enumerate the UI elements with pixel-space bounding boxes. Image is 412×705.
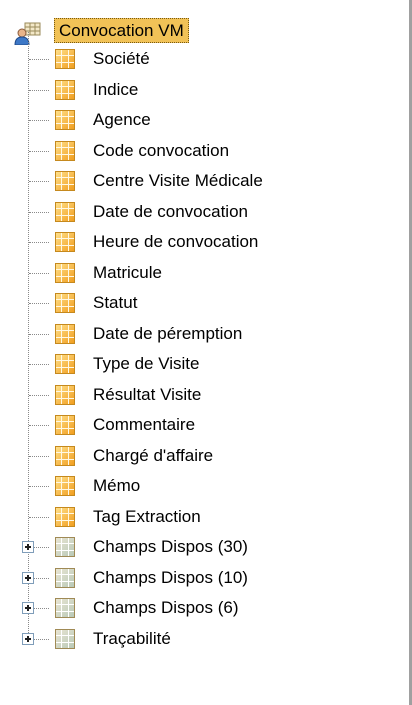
tree-field-node[interactable]: Société [0, 44, 409, 74]
field-label: Société [93, 49, 150, 68]
field-label: Date de péremption [93, 324, 243, 343]
field-group-icon [55, 629, 75, 649]
group-label: Champs Dispos (30) [93, 537, 248, 556]
tree-connector [29, 242, 49, 243]
tree-field-node[interactable]: Statut [0, 288, 409, 318]
tree-connector [29, 212, 49, 213]
tree-connector [29, 181, 49, 182]
tree-connector [29, 303, 49, 304]
field-icon [55, 415, 75, 435]
field-icon [55, 293, 75, 313]
field-icon [55, 507, 75, 527]
field-group-icon [55, 598, 75, 618]
field-label: Centre Visite Médicale [93, 171, 263, 190]
tree-connector [29, 456, 49, 457]
field-label: Tag Extraction [93, 507, 201, 526]
field-label: Résultat Visite [93, 385, 202, 404]
tree-field-node[interactable]: Commentaire [0, 410, 409, 440]
tree-field-node[interactable]: Résultat Visite [0, 380, 409, 410]
tree-field-node[interactable]: Chargé d'affaire [0, 441, 409, 471]
tree-group-node[interactable]: Champs Dispos (10) [0, 563, 409, 593]
field-label: Commentaire [93, 415, 196, 434]
expand-plus-icon[interactable] [22, 602, 34, 614]
tree-field-node[interactable]: Centre Visite Médicale [0, 166, 409, 196]
tree-connector [29, 364, 49, 365]
field-label: Mémo [93, 476, 141, 495]
field-label: Chargé d'affaire [93, 446, 214, 465]
tree-group-node[interactable]: Champs Dispos (6) [0, 593, 409, 623]
field-icon [55, 232, 75, 252]
tree-connector [29, 517, 49, 518]
tree-root-node[interactable]: Convocation VM [0, 17, 409, 47]
field-label: Code convocation [93, 141, 230, 160]
field-label: Date de convocation [93, 202, 248, 221]
field-icon [55, 385, 75, 405]
tree-connector [29, 90, 49, 91]
tree-field-node[interactable]: Heure de convocation [0, 227, 409, 257]
field-icon [55, 49, 75, 69]
field-icon [55, 202, 75, 222]
field-group-icon [55, 537, 75, 557]
tree-field-node[interactable]: Mémo [0, 471, 409, 501]
tree-group-node[interactable]: Champs Dispos (30) [0, 532, 409, 562]
tree-connector [29, 120, 49, 121]
field-label: Heure de convocation [93, 232, 259, 251]
table-user-icon [14, 22, 41, 45]
field-icon [55, 171, 75, 191]
field-label: Indice [93, 80, 139, 99]
expand-plus-icon[interactable] [22, 633, 34, 645]
field-icon [55, 324, 75, 344]
field-group-icon [55, 568, 75, 588]
group-label: Traçabilité [93, 629, 171, 648]
tree-connector [29, 59, 49, 60]
field-icon [55, 110, 75, 130]
tree-field-node[interactable]: Tag Extraction [0, 502, 409, 532]
field-icon [55, 141, 75, 161]
field-icon [55, 354, 75, 374]
tree-field-node[interactable]: Date de convocation [0, 197, 409, 227]
field-icon [55, 446, 75, 466]
field-icon [55, 80, 75, 100]
tree-connector [29, 425, 49, 426]
group-label: Champs Dispos (10) [93, 568, 248, 587]
tree-field-node[interactable]: Date de péremption [0, 319, 409, 349]
field-label: Matricule [93, 263, 162, 282]
tree-field-node[interactable]: Matricule [0, 258, 409, 288]
tree-root-label[interactable]: Convocation VM [54, 18, 189, 43]
tree-field-node[interactable]: Agence [0, 105, 409, 135]
field-label: Agence [93, 110, 151, 129]
field-icon [55, 263, 75, 283]
expand-plus-icon[interactable] [22, 541, 34, 553]
tree-connector [29, 486, 49, 487]
group-label: Champs Dispos (6) [93, 598, 239, 617]
tree-connector [29, 273, 49, 274]
tree-field-node[interactable]: Code convocation [0, 136, 409, 166]
expand-plus-icon[interactable] [22, 572, 34, 584]
field-label: Statut [93, 293, 138, 312]
field-icon [55, 476, 75, 496]
tree-field-node[interactable]: Type de Visite [0, 349, 409, 379]
field-label: Type de Visite [93, 354, 200, 373]
tree-connector [29, 151, 49, 152]
tree-view[interactable]: Convocation VM Société Indice Agence Code c… [0, 0, 409, 705]
tree-field-node[interactable]: Indice [0, 75, 409, 105]
tree-connector [29, 395, 49, 396]
tree-group-node[interactable]: Traçabilité [0, 624, 409, 654]
tree-connector [29, 334, 49, 335]
